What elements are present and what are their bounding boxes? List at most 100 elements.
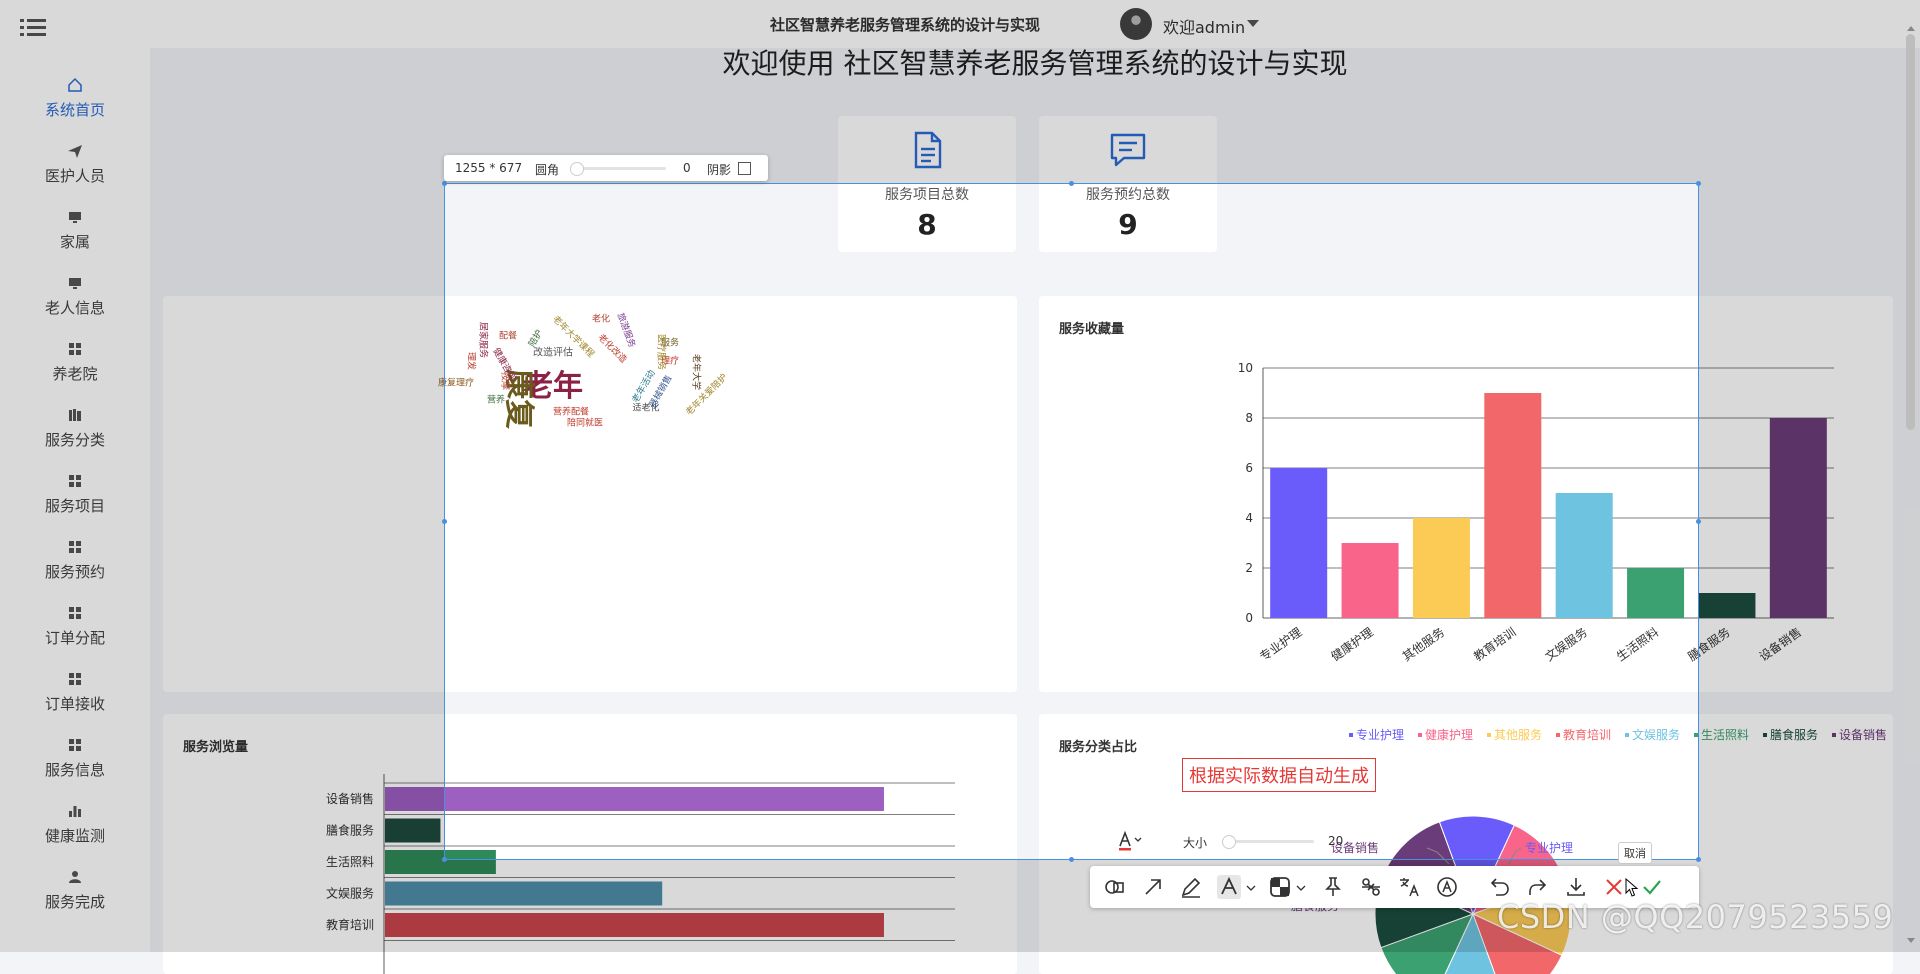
sidebar-item[interactable]: 家属	[0, 201, 150, 267]
x-tick-label: 教育培训	[1471, 624, 1519, 664]
bar[interactable]	[385, 913, 884, 937]
arrow-icon[interactable]	[1141, 875, 1165, 899]
legend-item[interactable]: 膳食服务	[1763, 727, 1818, 742]
sidebar-item[interactable]: 订单接收	[0, 663, 150, 729]
y-tick-label: 2	[1245, 561, 1253, 575]
legend-item[interactable]: 健康护理	[1418, 727, 1473, 742]
cancel-tooltip: 取消	[1618, 842, 1652, 864]
shape-icon[interactable]	[1103, 875, 1127, 899]
bar[interactable]	[385, 881, 663, 906]
stat-label: 服务项目总数	[885, 187, 969, 203]
legend-item[interactable]: 设备销售	[1832, 727, 1887, 742]
bar[interactable]	[1769, 418, 1827, 618]
resize-handle[interactable]	[442, 181, 447, 186]
bar[interactable]	[1270, 468, 1328, 618]
resize-handle[interactable]	[1069, 857, 1074, 862]
resize-handle[interactable]	[1696, 519, 1701, 524]
size-option-label: 大小	[1183, 836, 1208, 850]
legend-label: 生活照料	[1701, 728, 1749, 742]
stat-card-projects: 服务项目总数 8	[838, 116, 1016, 252]
welcome-user[interactable]: 欢迎admin	[1163, 14, 1245, 38]
page-scrollbar[interactable]	[1906, 34, 1915, 430]
sidebar-item[interactable]: 服务分类	[0, 399, 150, 465]
sidebar-item[interactable]: 服务预约	[0, 531, 150, 597]
pen-icon[interactable]	[1179, 875, 1203, 899]
bar[interactable]	[385, 850, 496, 874]
sidebar-item-label: 服务项目	[44, 497, 105, 515]
translate-icon[interactable]	[1397, 875, 1421, 899]
cancel-icon[interactable]	[1602, 875, 1626, 899]
sidebar-item[interactable]: 服务项目	[0, 465, 150, 531]
bar[interactable]	[1484, 393, 1542, 618]
legend-item[interactable]: 生活照料	[1694, 728, 1749, 742]
font-size-slider-knob[interactable]	[1222, 835, 1236, 849]
page-title: 欢迎使用 社区智慧养老服务管理系统的设计与实现	[722, 47, 1348, 80]
sidebar-item[interactable]: 订单分配	[0, 597, 150, 663]
shadow-checkbox[interactable]	[738, 162, 751, 175]
legend-dot	[1556, 733, 1560, 737]
legend-item[interactable]: 文娱服务	[1625, 727, 1680, 742]
confirm-icon[interactable]	[1640, 875, 1664, 899]
bar[interactable]	[1412, 518, 1470, 618]
bar[interactable]	[1698, 593, 1756, 618]
download-icon[interactable]	[1564, 875, 1588, 899]
annotation-text[interactable]: 根据实际数据自动生成	[1182, 758, 1376, 792]
grid-icon	[69, 541, 81, 553]
chevron-down-icon[interactable]	[1295, 875, 1307, 899]
recognize-icon[interactable]	[1435, 875, 1459, 899]
legend-label: 专业护理	[1356, 727, 1404, 742]
chevron-down-icon[interactable]	[1245, 875, 1257, 899]
radius-slider-knob[interactable]	[570, 162, 584, 176]
legend-item[interactable]: 其他服务	[1487, 727, 1542, 742]
legend-item[interactable]: 专业护理	[1349, 727, 1404, 742]
resize-handle[interactable]	[442, 857, 447, 862]
x-tick-label: 膳食服务	[1685, 624, 1733, 664]
radius-slider[interactable]	[574, 167, 666, 170]
stat-value: 8	[917, 208, 937, 241]
resize-handle[interactable]	[1696, 181, 1701, 186]
bar[interactable]	[1341, 543, 1399, 618]
sidebar-item[interactable]: 服务信息	[0, 729, 150, 795]
watermark: CSDN @QQ2079523559	[1497, 898, 1894, 936]
resize-handle[interactable]	[1069, 181, 1074, 186]
resize-handle[interactable]	[442, 519, 447, 524]
scroll-up-icon[interactable]	[1907, 26, 1915, 31]
scroll-down-icon[interactable]	[1907, 938, 1915, 943]
sidebar-item-label: 订单分配	[44, 629, 105, 647]
legend-item[interactable]: 教育培训	[1556, 727, 1611, 742]
sidebar-item[interactable]: 养老院	[0, 333, 150, 399]
sidebar-item[interactable]: 医护人员	[0, 135, 150, 201]
shadow-label: 阴影	[707, 163, 732, 177]
bar[interactable]	[385, 818, 441, 843]
bar[interactable]	[1555, 493, 1613, 618]
text-icon[interactable]	[1217, 875, 1241, 899]
sidebar-item[interactable]: 服务完成	[0, 861, 150, 927]
legend-dot	[1763, 733, 1767, 737]
menu-toggle-icon[interactable]	[20, 17, 46, 39]
sidebar-item[interactable]: 健康监测	[0, 795, 150, 861]
wordcloud-word: 老年关爱陪护	[684, 372, 730, 418]
avatar[interactable]	[1120, 8, 1152, 40]
grid-icon	[69, 475, 81, 487]
sidebar-item-label: 健康监测	[44, 827, 105, 845]
redo-icon[interactable]	[1526, 875, 1550, 899]
sidebar-item[interactable]: 系统首页	[0, 69, 150, 135]
resize-handle[interactable]	[1696, 857, 1701, 862]
grid-icon	[69, 673, 81, 685]
bar[interactable]	[385, 787, 884, 811]
pin-icon[interactable]	[1321, 875, 1345, 899]
stat-card-bookings: 服务预约总数 9	[1039, 116, 1217, 252]
font-size-slider[interactable]	[1226, 840, 1314, 843]
sidebar-item[interactable]: 老人信息	[0, 267, 150, 333]
bar[interactable]	[1627, 568, 1685, 618]
wordcloud-word: 健康咨询	[490, 346, 518, 383]
text-color-icon[interactable]	[1118, 830, 1146, 852]
y-tick-label: 生活照料	[326, 855, 374, 869]
document-icon	[914, 131, 942, 169]
ocr-icon[interactable]	[1359, 875, 1383, 899]
caret-down-icon[interactable]	[1247, 20, 1259, 27]
sidebar-item-label: 订单接收	[44, 695, 105, 713]
mosaic-icon[interactable]	[1268, 875, 1292, 899]
grid-icon	[69, 343, 81, 355]
undo-icon[interactable]	[1488, 875, 1512, 899]
